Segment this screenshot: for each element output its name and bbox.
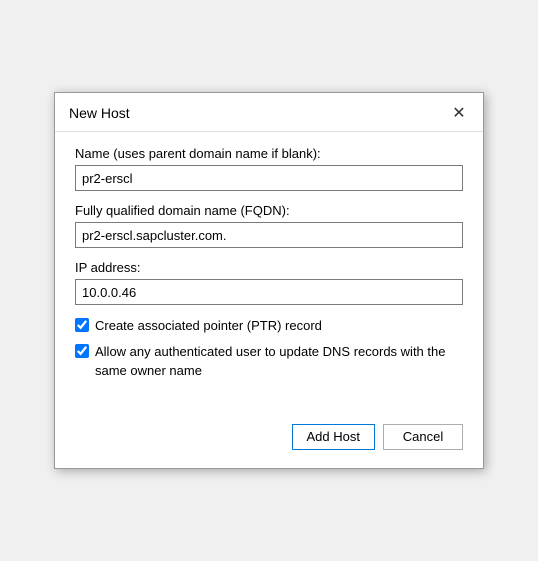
name-field-group: Name (uses parent domain name if blank): bbox=[75, 146, 463, 191]
new-host-dialog: New Host ✕ Name (uses parent domain name… bbox=[54, 92, 484, 469]
ptr-checkbox[interactable] bbox=[75, 318, 89, 332]
add-host-button[interactable]: Add Host bbox=[292, 424, 375, 450]
auth-label[interactable]: Allow any authenticated user to update D… bbox=[95, 343, 463, 379]
auth-checkbox[interactable] bbox=[75, 344, 89, 358]
dialog-body: Name (uses parent domain name if blank):… bbox=[55, 132, 483, 404]
fqdn-input[interactable] bbox=[75, 222, 463, 248]
name-label: Name (uses parent domain name if blank): bbox=[75, 146, 463, 161]
ptr-label[interactable]: Create associated pointer (PTR) record bbox=[95, 317, 322, 335]
title-bar: New Host ✕ bbox=[55, 93, 483, 131]
fqdn-label: Fully qualified domain name (FQDN): bbox=[75, 203, 463, 218]
fqdn-field-group: Fully qualified domain name (FQDN): bbox=[75, 203, 463, 248]
ip-field-group: IP address: bbox=[75, 260, 463, 305]
close-button[interactable]: ✕ bbox=[449, 103, 469, 123]
dialog-footer: Add Host Cancel bbox=[55, 404, 483, 468]
name-input[interactable] bbox=[75, 165, 463, 191]
dialog-title: New Host bbox=[69, 105, 130, 121]
ip-label: IP address: bbox=[75, 260, 463, 275]
auth-checkbox-group: Allow any authenticated user to update D… bbox=[75, 343, 463, 379]
cancel-button[interactable]: Cancel bbox=[383, 424, 463, 450]
ptr-checkbox-group: Create associated pointer (PTR) record bbox=[75, 317, 463, 335]
ip-input[interactable] bbox=[75, 279, 463, 305]
